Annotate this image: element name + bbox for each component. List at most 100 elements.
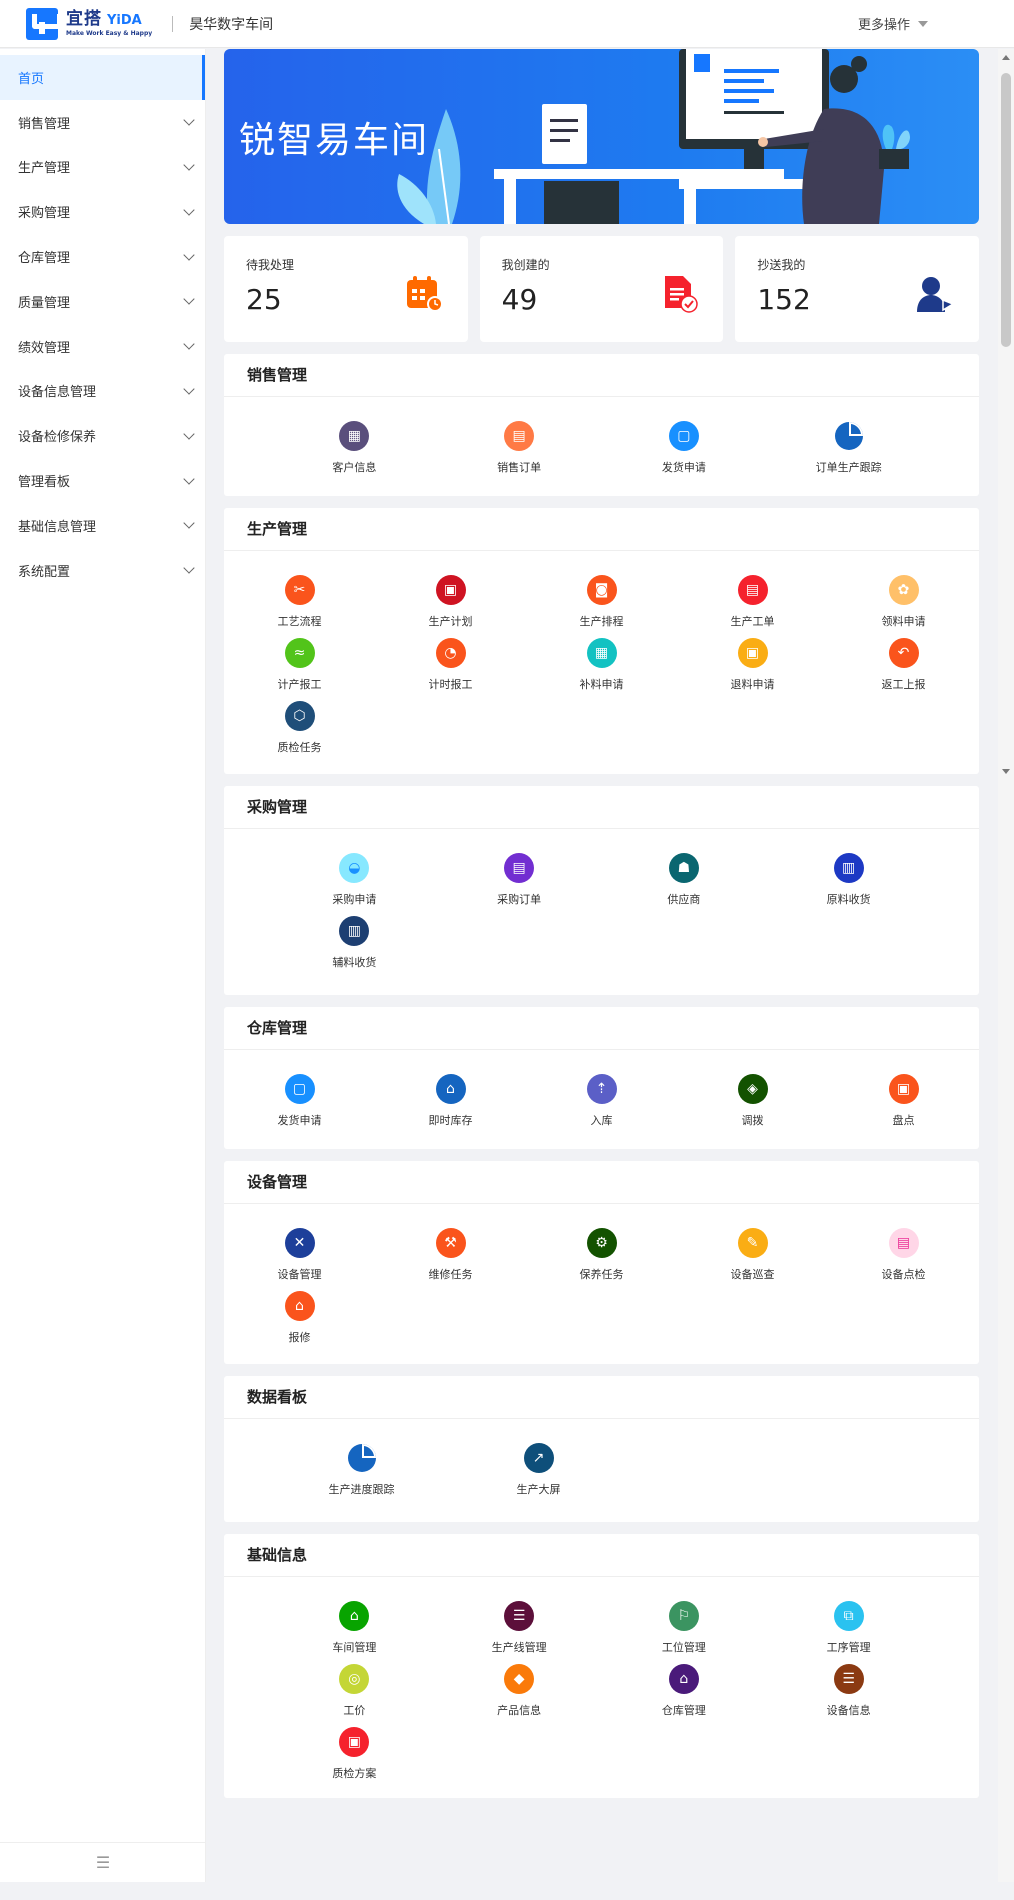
material-icon: ✿ [888, 575, 919, 605]
tile-raw-receipt[interactable]: ▥ 原料收货 [766, 853, 931, 916]
tile-material-request[interactable]: ✿ 领料申请 [828, 575, 979, 638]
inventory-icon: ▣ [888, 1074, 919, 1104]
tile-realtime-stock[interactable]: ⌂ 即时库存 [375, 1074, 526, 1137]
sidebar-item-purchase[interactable]: 采购管理 [0, 189, 205, 234]
calendar-clock-icon [406, 276, 443, 312]
tile-big-screen[interactable]: ↗ 生产大屏 [450, 1443, 627, 1506]
tile-customer-info[interactable]: ▦ 客户信息 [272, 421, 437, 484]
scroll-up-icon[interactable] [1002, 55, 1010, 60]
tile-maintenance-task[interactable]: ⚙ 保养任务 [526, 1228, 677, 1291]
yida-logo[interactable]: 宜搭 YiDA Make Work Easy & Happy [26, 7, 153, 40]
pie-chart-icon [833, 421, 864, 451]
tile-production-line[interactable]: ☰ 生产线管理 [437, 1601, 602, 1664]
tile-shipping-request[interactable]: ▢ 发货申请 [602, 421, 767, 484]
sidebar-item-home[interactable]: 首页 [0, 55, 205, 100]
sidebar-item-equipment-info[interactable]: 设备信息管理 [0, 369, 205, 414]
shipping-icon: ▢ [284, 1074, 315, 1104]
tile-transfer[interactable]: ◈ 调拨 [677, 1074, 828, 1137]
flow-icon: ⧉ [833, 1601, 864, 1631]
tile-spot-check[interactable]: ▤ 设备点检 [828, 1228, 979, 1291]
tile-production-plan[interactable]: ▣ 生产计划 [375, 575, 526, 638]
sidebar-item-production[interactable]: 生产管理 [0, 145, 205, 190]
tile-return-request[interactable]: ▣ 退料申请 [677, 638, 828, 701]
tile-inbound[interactable]: ⇡ 入库 [526, 1074, 677, 1137]
chevron-down-icon [183, 562, 195, 574]
tile-report-repair[interactable]: ⌂ 报修 [224, 1291, 375, 1354]
tile-rework-report[interactable]: ↶ 返工上报 [828, 638, 979, 701]
tile-workstation[interactable]: ⚐ 工位管理 [602, 1601, 767, 1664]
tile-repair-task[interactable]: ⚒ 维修任务 [375, 1228, 526, 1291]
tile-warehouse-mgmt[interactable]: ⌂ 仓库管理 [602, 1664, 767, 1727]
schedule-icon: ◙ [586, 575, 617, 605]
tile-wage[interactable]: ◎ 工价 [272, 1664, 437, 1727]
collapse-sidebar-button[interactable]: ☰ [0, 1842, 206, 1882]
wrench-screwdriver-icon: ✕ [284, 1228, 315, 1258]
tile-production-schedule[interactable]: ◙ 生产排程 [526, 575, 677, 638]
sidebar-item-performance[interactable]: 绩效管理 [0, 324, 205, 369]
banner-illustration [397, 49, 910, 224]
tile-qc-task[interactable]: ⬡ 质检任务 [224, 701, 375, 764]
receipt-icon: ▥ [833, 853, 864, 883]
sidebar-item-dashboard[interactable]: 管理看板 [0, 458, 205, 503]
tile-supplement-request[interactable]: ▦ 补料申请 [526, 638, 677, 701]
tile-progress-tracking[interactable]: 生产进度跟踪 [273, 1443, 450, 1506]
chevron-down-icon [183, 204, 195, 216]
tile-process[interactable]: ⧉ 工序管理 [766, 1601, 931, 1664]
tile-qc-plan[interactable]: ▣ 质检方案 [272, 1727, 437, 1790]
sidebar-item-warehouse[interactable]: 仓库管理 [0, 234, 205, 279]
tile-aux-receipt[interactable]: ▥ 辅料收货 [272, 916, 437, 979]
warehouse-icon: ⌂ [435, 1074, 466, 1104]
panel-title: 采购管理 [224, 786, 979, 829]
tile-purchase-request[interactable]: ◒ 采购申请 [272, 853, 437, 916]
brand-slogan: Make Work Easy & Happy [66, 29, 153, 37]
database-icon: ☰ [833, 1664, 864, 1694]
stats-row: 待我处理 25 我创建的 49 抄送我的 152 [224, 236, 980, 342]
stat-cc[interactable]: 抄送我的 152 [735, 236, 980, 342]
tile-purchase-order[interactable]: ▤ 采购订单 [437, 853, 602, 916]
tile-product-info[interactable]: ◆ 产品信息 [437, 1664, 602, 1727]
sidebar-item-maintenance[interactable]: 设备检修保养 [0, 413, 205, 458]
shipping-icon: ▢ [668, 421, 699, 451]
panel-title: 基础信息 [224, 1534, 979, 1577]
sidebar-item-sales[interactable]: 销售管理 [0, 100, 205, 145]
app-name[interactable]: 昊华数字车间 [189, 14, 273, 34]
tile-equipment-info[interactable]: ☰ 设备信息 [766, 1664, 931, 1727]
tile-time-report[interactable]: ◔ 计时报工 [375, 638, 526, 701]
tile-work-order[interactable]: ▤ 生产工单 [677, 575, 828, 638]
pie-chart-icon [346, 1443, 377, 1473]
tile-order-tracking[interactable]: 订单生产跟踪 [766, 421, 931, 484]
scrollbar[interactable] [998, 49, 1014, 1882]
tile-supplier[interactable]: ☗ 供应商 [602, 853, 767, 916]
cube-icon: ◆ [504, 1664, 535, 1694]
panel-equipment: 设备管理 ✕ 设备管理 ⚒ 维修任务 ⚙ 保养任务 ✎ 设备巡查 ▤ 设备点检 ⌂ 报修 [224, 1161, 979, 1364]
sidebar-item-quality[interactable]: 质量管理 [0, 279, 205, 324]
banner: 锐智易车间 [224, 49, 979, 224]
tile-inspection[interactable]: ✎ 设备巡查 [677, 1228, 828, 1291]
tile-workshop[interactable]: ⌂ 车间管理 [272, 1601, 437, 1664]
panel-title: 数据看板 [224, 1376, 979, 1419]
panel-warehouse: 仓库管理 ▢ 发货申请 ⌂ 即时库存 ⇡ 入库 ◈ 调拨 ▣ 盘点 [224, 1007, 979, 1149]
gear-icon: ⚙ [586, 1228, 617, 1258]
user-share-icon [917, 277, 955, 312]
scroll-down-icon[interactable] [1002, 769, 1010, 774]
chevron-down-icon [183, 472, 195, 485]
panel-dashboard: 数据看板 生产进度跟踪 ↗ 生产大屏 [224, 1376, 979, 1522]
stat-pending[interactable]: 待我处理 25 [224, 236, 468, 342]
stat-created[interactable]: 我创建的 49 [479, 236, 724, 342]
scroll-thumb[interactable] [1001, 73, 1011, 347]
tools-icon: ✂ [284, 575, 315, 605]
panel-title: 销售管理 [224, 354, 979, 397]
sidebar-item-system[interactable]: 系统配置 [0, 548, 205, 593]
coins-icon: ◎ [339, 1664, 370, 1694]
tile-stocktake[interactable]: ▣ 盘点 [828, 1074, 979, 1137]
house-repair-icon: ⌂ [284, 1291, 315, 1321]
sidebar-item-basic-info[interactable]: 基础信息管理 [0, 503, 205, 548]
tile-piece-report[interactable]: ≈ 计产报工 [224, 638, 375, 701]
tile-process-flow[interactable]: ✂ 工艺流程 [224, 575, 375, 638]
tile-shipping-request[interactable]: ▢ 发货申请 [224, 1074, 375, 1137]
tile-equipment-mgmt[interactable]: ✕ 设备管理 [224, 1228, 375, 1291]
plan-doc-icon: ▣ [339, 1727, 370, 1757]
tile-sales-order[interactable]: ▤ 销售订单 [437, 421, 602, 484]
clipboard-icon: ▥ [339, 916, 370, 946]
more-ops-dropdown[interactable]: 更多操作 [858, 14, 929, 33]
